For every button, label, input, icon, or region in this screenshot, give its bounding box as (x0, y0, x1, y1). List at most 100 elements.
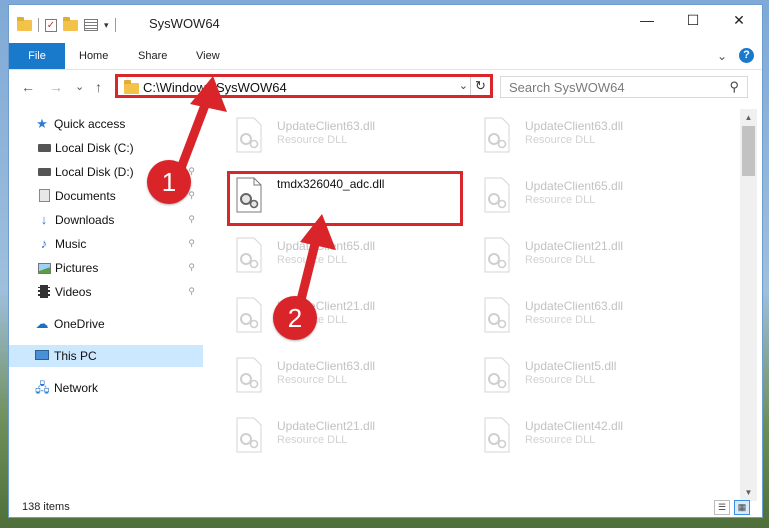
file-type: Resource DLL (525, 194, 596, 206)
expand-ribbon-icon[interactable]: ⌄ (717, 49, 727, 63)
pin-icon[interactable]: ⚲ (188, 238, 195, 249)
pin-icon[interactable]: ⚲ (188, 262, 195, 273)
address-path[interactable]: C:\Windows\SysWOW64 (143, 80, 287, 95)
address-dropdown-icon[interactable]: ⌄ (459, 79, 468, 92)
sidebar-item-label: Music (55, 237, 87, 251)
drive-icon (37, 141, 51, 155)
properties-check-icon[interactable]: ✓ (45, 18, 57, 32)
large-icons-view-icon[interactable]: ▦ (734, 500, 750, 515)
sidebar-item-label: Quick access (54, 117, 126, 131)
file-item[interactable]: UpdateClient63.dll Resource DLL (459, 109, 699, 163)
tab-home[interactable]: Home (69, 43, 118, 69)
sidebar-item-network[interactable]: 🖧 Network (9, 377, 203, 399)
file-item[interactable]: UpdateClient65.dll Resource DLL (459, 169, 699, 223)
sidebar-item-quick-access[interactable]: ★ Quick access (9, 113, 203, 135)
maximize-button[interactable]: ☐ (670, 5, 716, 35)
file-item[interactable]: UpdateClient5.dll Resource DLL (459, 349, 699, 403)
dll-file-icon (236, 237, 262, 273)
folder-icon (17, 16, 32, 31)
title-bar: ✓ ▾ SysWOW64 — ☐ ✕ (9, 5, 762, 43)
address-bar[interactable]: C:\Windows\SysWOW64 ⌄ ↻ (115, 74, 493, 98)
sidebar-item-this-pc[interactable]: This PC (9, 345, 203, 367)
up-arrow-icon[interactable]: ↑ (95, 79, 102, 95)
navigation-bar: ← → ⌄ ↑ C:\Windows\SysWOW64 ⌄ ↻ ⚲ (9, 71, 762, 103)
forward-arrow-icon[interactable]: → (49, 79, 63, 95)
refresh-icon[interactable]: ↻ (470, 77, 490, 95)
pin-icon[interactable]: ⚲ (188, 286, 195, 297)
file-type: Resource DLL (525, 134, 596, 146)
sidebar-item-pictures[interactable]: Pictures ⚲ (9, 257, 203, 279)
callout-step-1: 1 (147, 160, 191, 204)
details-view-icon[interactable]: ☰ (714, 500, 730, 515)
item-count: 138 items (22, 501, 70, 513)
explorer-window: ✓ ▾ SysWOW64 — ☐ ✕ File Home Share View … (8, 4, 763, 518)
pin-icon[interactable]: ⚲ (188, 190, 195, 201)
videos-icon (37, 285, 51, 299)
file-type: Resource DLL (277, 374, 348, 386)
toolbar-divider (114, 18, 116, 32)
downloads-icon: ↓ (40, 212, 48, 227)
pictures-icon (37, 261, 51, 275)
dll-file-icon (484, 417, 510, 453)
ribbon-right-controls: ⌄ ? (717, 48, 754, 63)
file-item[interactable]: UpdateClient63.dll Resource DLL (211, 109, 451, 163)
file-name: UpdateClient42.dll (525, 419, 624, 433)
pin-icon[interactable]: ⚲ (188, 214, 195, 225)
file-type: Resource DLL (277, 134, 348, 146)
window-title: SysWOW64 (149, 16, 220, 31)
file-name: UpdateClient63.dll (525, 299, 624, 313)
dll-file-icon (484, 357, 510, 393)
search-box[interactable]: ⚲ (500, 76, 748, 98)
sidebar-item-music[interactable]: ♪ Music ⚲ (9, 233, 203, 255)
pin-icon[interactable]: ⚲ (188, 142, 195, 153)
tab-file[interactable]: File (9, 43, 65, 69)
file-type: Resource DLL (277, 254, 348, 266)
customize-toolbar-caret-icon[interactable]: ▾ (104, 20, 109, 31)
dll-file-icon (484, 297, 510, 333)
file-item[interactable]: UpdateClient21.dll Resource DLL (211, 409, 451, 463)
scroll-up-icon[interactable]: ▲ (740, 109, 757, 126)
network-icon: 🖧 (35, 380, 50, 395)
star-icon: ★ (36, 116, 48, 131)
ribbon-tabs: File Home Share View ⌄ ? (9, 43, 762, 70)
documents-icon (37, 189, 51, 203)
sidebar-item-videos[interactable]: Videos ⚲ (9, 281, 203, 303)
tab-view[interactable]: View (186, 43, 230, 69)
file-item[interactable]: UpdateClient63.dll Resource DLL (459, 289, 699, 343)
sidebar-item-downloads[interactable]: ↓ Downloads ⚲ (9, 209, 203, 231)
file-item[interactable]: UpdateClient63.dll Resource DLL (211, 349, 451, 403)
new-folder-icon[interactable] (63, 16, 78, 31)
file-name: UpdateClient63.dll (277, 119, 376, 133)
sidebar-item-label: Pictures (55, 261, 99, 275)
file-item[interactable]: UpdateClient21.dll Resource DLL (459, 229, 699, 283)
search-input[interactable] (509, 79, 709, 95)
file-item[interactable]: UpdateClient42.dll Resource DLL (459, 409, 699, 463)
this-pc-icon (35, 349, 49, 363)
status-bar: 138 items ☰ ▦ (9, 497, 762, 517)
properties-icon[interactable] (84, 19, 98, 31)
file-type: Resource DLL (277, 434, 348, 446)
search-icon[interactable]: ⚲ (729, 79, 739, 95)
file-name: UpdateClient5.dll (525, 359, 617, 373)
callout-step-2: 2 (273, 296, 317, 340)
onedrive-icon: ☁ (35, 316, 49, 331)
file-item[interactable]: UpdateClient21.dll Resource DLL (211, 289, 451, 343)
minimize-button[interactable]: — (624, 5, 670, 35)
scrollbar-thumb[interactable] (742, 126, 755, 176)
vertical-scrollbar[interactable]: ▲ ▼ (740, 109, 757, 501)
close-button[interactable]: ✕ (716, 5, 762, 35)
file-name: UpdateClient63.dll (525, 119, 624, 133)
target-file-highlight (227, 171, 463, 226)
sidebar-item-local-disk-c[interactable]: Local Disk (C:) ⚲ (9, 137, 203, 159)
file-name: UpdateClient65.dll (277, 239, 376, 253)
file-type: Resource DLL (525, 254, 596, 266)
recent-locations-icon[interactable]: ⌄ (75, 80, 84, 93)
file-type: Resource DLL (525, 434, 596, 446)
sidebar-item-onedrive[interactable]: ☁ OneDrive (9, 313, 203, 335)
file-item[interactable]: UpdateClient65.dll Resource DLL (211, 229, 451, 283)
file-type: Resource DLL (525, 374, 596, 386)
tab-share[interactable]: Share (128, 43, 177, 69)
help-icon[interactable]: ? (739, 48, 754, 63)
back-arrow-icon[interactable]: ← (21, 79, 35, 95)
dll-file-icon (236, 417, 262, 453)
